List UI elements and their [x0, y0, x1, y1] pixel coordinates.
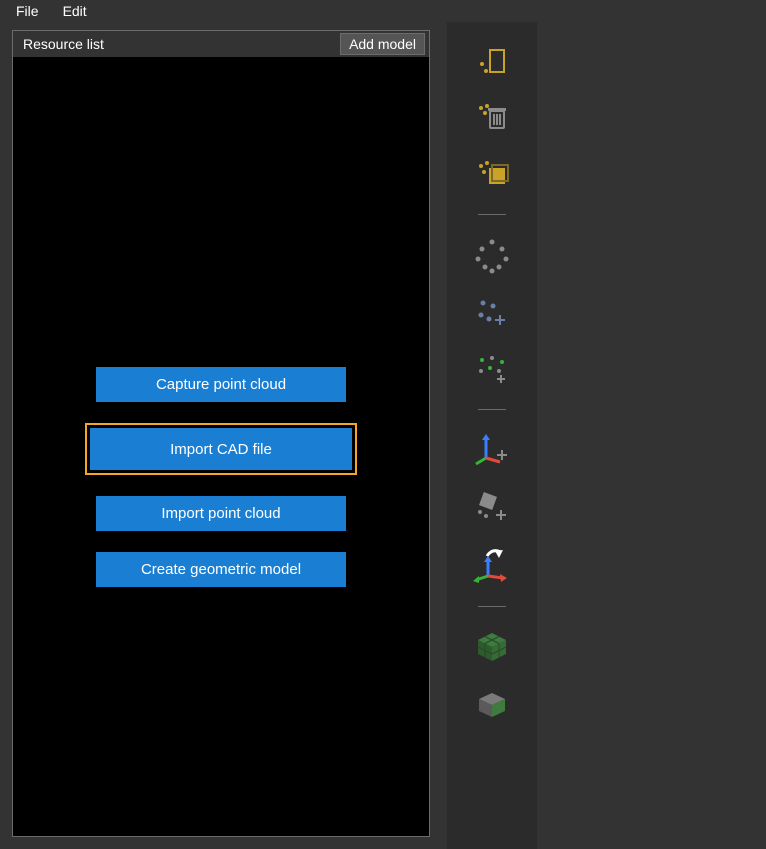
import-point-cloud-button[interactable]: Import point cloud: [96, 496, 346, 531]
vertical-toolbar: [447, 22, 537, 849]
toolbar-separator: [478, 214, 506, 215]
cluster-points-icon[interactable]: [471, 237, 513, 275]
reset-frame-icon[interactable]: [471, 546, 513, 584]
create-geometric-model-button[interactable]: Create geometric model: [96, 552, 346, 587]
add-frame-icon[interactable]: [471, 432, 513, 468]
resource-panel: Resource list Add model Capture point cl…: [12, 30, 430, 837]
import-cloud-button-wrap: Import point cloud: [85, 496, 357, 531]
panel-header: Resource list Add model: [13, 31, 429, 57]
import-cad-button-wrap: Import CAD file: [85, 423, 357, 475]
left-pane: Resource list Add model Capture point cl…: [0, 22, 447, 849]
select-points-delete-icon[interactable]: [471, 102, 513, 136]
select-invert-icon[interactable]: [471, 158, 513, 192]
panel-title: Resource list: [23, 36, 104, 52]
import-cad-file-button[interactable]: Import CAD file: [90, 428, 352, 470]
scatter-points-icon[interactable]: [471, 353, 513, 387]
capture-point-cloud-button[interactable]: Capture point cloud: [96, 367, 346, 402]
toolbar-separator: [478, 409, 506, 410]
menubar: File Edit: [0, 0, 766, 22]
edit-frame-icon[interactable]: [471, 490, 513, 524]
menu-edit[interactable]: Edit: [51, 3, 99, 19]
menu-file[interactable]: File: [4, 3, 51, 19]
toolbar-separator: [478, 606, 506, 607]
create-model-button-wrap: Create geometric model: [85, 552, 357, 587]
viewport-area[interactable]: [537, 22, 766, 849]
add-points-icon[interactable]: [471, 297, 513, 331]
panel-body: Capture point cloud Import CAD file Impo…: [13, 57, 429, 836]
main-body: Resource list Add model Capture point cl…: [0, 22, 766, 849]
add-model-button[interactable]: Add model: [340, 33, 425, 55]
voxel-green-icon[interactable]: [471, 629, 513, 665]
capture-button-wrap: Capture point cloud: [85, 367, 357, 402]
voxel-gray-icon[interactable]: [471, 687, 513, 723]
select-points-box-icon[interactable]: [471, 46, 513, 80]
